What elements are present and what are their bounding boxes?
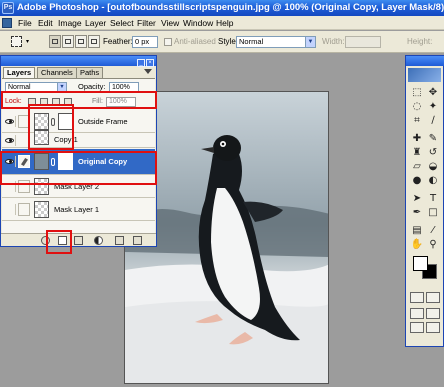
standard-mode-icon[interactable]	[410, 292, 424, 303]
healing-brush-tool-icon[interactable]: ✚	[410, 132, 424, 145]
trash-icon[interactable]	[133, 236, 142, 245]
path-selection-tool-icon[interactable]: ➤	[410, 192, 424, 205]
tab-layers[interactable]: Layers	[3, 67, 36, 78]
dodge-tool-icon[interactable]: ◐	[426, 174, 440, 187]
feather-input[interactable]: 0 px	[132, 36, 158, 48]
menu-image[interactable]: Image	[58, 16, 82, 30]
style-select[interactable]: Normal ▼	[236, 36, 316, 48]
width-label: Width:	[322, 37, 345, 46]
move-tool-icon[interactable]: ✥	[426, 86, 440, 99]
blend-mode-value: Normal	[8, 84, 31, 91]
layer-row-mask-layer-1[interactable]: Mask Layer 1	[2, 199, 155, 221]
layer-thumbnail	[34, 201, 49, 218]
quick-mask-mode-icon[interactable]	[426, 292, 440, 303]
layer-link-cell[interactable]	[18, 203, 30, 216]
notes-tool-icon[interactable]: ▤	[410, 224, 424, 237]
anti-aliased-label: Anti-aliased	[174, 37, 216, 46]
layer-name: Mask Layer 1	[54, 205, 100, 214]
screen-mode-full-menu-icon[interactable]	[426, 308, 440, 319]
foreground-color-swatch[interactable]	[413, 256, 428, 271]
style-label: Style:	[218, 37, 239, 46]
menu-window[interactable]: Window	[183, 16, 213, 30]
clone-stamp-tool-icon[interactable]: ♜	[410, 146, 424, 159]
slice-tool-icon[interactable]: ∕	[426, 114, 440, 127]
eyedropper-tool-icon[interactable]: ⁄	[426, 224, 440, 237]
screen-mode-standard-icon[interactable]	[410, 308, 424, 319]
palette-footer	[1, 233, 156, 246]
screen-mode-full-icon[interactable]	[410, 322, 424, 333]
paint-bucket-tool-icon[interactable]: ◒	[426, 160, 440, 173]
layer-name: Outside Frame	[78, 117, 128, 126]
marquee-tool-icon[interactable]: ⬚	[410, 86, 424, 99]
tools-palette: ⬚ ✥ ◌ ✦ ⌗ ∕ ✚ ✎ ♜ ↺ ▱ ◒ ● ◐ ➤ T ✒ □ ▤ ⁄ …	[405, 55, 444, 347]
style-select-value: Normal	[239, 37, 264, 46]
chevron-down-icon: ▼	[305, 37, 315, 47]
layer-row-outside-frame[interactable]: Outside Frame	[2, 111, 155, 133]
history-brush-tool-icon[interactable]: ↺	[426, 146, 440, 159]
menu-file[interactable]: File	[18, 16, 32, 30]
jump-to-imageready-icon[interactable]	[426, 322, 440, 333]
new-group-icon[interactable]	[74, 236, 83, 245]
tab-channels[interactable]: Channels	[37, 67, 77, 78]
new-selection-button[interactable]	[49, 35, 61, 48]
menu-view[interactable]: View	[161, 16, 179, 30]
preset-dropdown-arrow-icon[interactable]: ▾	[26, 31, 29, 53]
visibility-eye-icon[interactable]	[4, 116, 16, 127]
visibility-eye-icon[interactable]	[4, 135, 16, 146]
highlight-box-add-mask-button	[46, 230, 72, 254]
shape-tool-icon[interactable]: □	[426, 206, 440, 219]
rectangular-marquee-preset-icon[interactable]	[11, 36, 22, 47]
lasso-tool-icon[interactable]: ◌	[410, 100, 424, 113]
type-tool-icon[interactable]: T	[426, 192, 440, 205]
brush-tool-icon[interactable]: ✎	[426, 132, 440, 145]
subtract-from-selection-button[interactable]	[75, 35, 87, 48]
pen-tool-icon[interactable]: ✒	[410, 206, 424, 219]
new-layer-icon[interactable]	[115, 236, 124, 245]
visibility-eye-hidden-icon[interactable]	[4, 204, 16, 215]
app-menu-icon[interactable]	[2, 18, 12, 28]
tab-paths[interactable]: Paths	[76, 67, 104, 78]
menu-select[interactable]: Select	[110, 16, 134, 30]
blur-tool-icon[interactable]: ●	[410, 174, 424, 187]
toolbox-title-bar[interactable]	[406, 56, 444, 66]
options-bar: ▾ Feather: 0 px Anti-aliased Style: Norm…	[0, 31, 444, 53]
photoshop-logo-icon: Ps	[2, 2, 14, 14]
palette-menu-icon[interactable]	[144, 69, 152, 74]
adjustment-layer-icon[interactable]	[94, 236, 103, 245]
palette-title-bar[interactable]: _ ×	[1, 56, 156, 67]
zoom-tool-icon[interactable]: ⚲	[426, 238, 440, 251]
menu-bar: File Edit Image Layer Select Filter View…	[0, 16, 444, 30]
highlight-box-mask-thumbnail	[28, 104, 74, 150]
height-label: Height:	[407, 37, 433, 46]
highlight-box-lock-row	[1, 91, 157, 109]
close-icon[interactable]: ×	[146, 59, 154, 67]
anti-aliased-checkbox[interactable]	[164, 38, 172, 46]
title-bar: Ps Adobe Photoshop - [outofboundsstillsc…	[0, 0, 444, 16]
menu-layer[interactable]: Layer	[85, 16, 106, 30]
hand-tool-icon[interactable]: ✋	[410, 238, 424, 251]
window-title: Adobe Photoshop - [outofboundsstillscrip…	[17, 2, 444, 13]
menu-help[interactable]: Help	[216, 16, 233, 30]
menu-filter[interactable]: Filter	[137, 16, 156, 30]
highlight-box-selected-layer	[0, 151, 157, 185]
eraser-tool-icon[interactable]: ▱	[410, 160, 424, 173]
add-to-selection-button[interactable]	[62, 35, 74, 48]
magic-wand-tool-icon[interactable]: ✦	[426, 100, 440, 113]
width-input[interactable]	[345, 36, 381, 48]
intersect-selection-button[interactable]	[88, 35, 100, 48]
feather-label: Feather:	[103, 37, 133, 46]
minimize-icon[interactable]: _	[137, 59, 145, 67]
menu-edit[interactable]: Edit	[38, 16, 53, 30]
photoshop-feather-logo	[408, 68, 441, 82]
layer-row-copy-1[interactable]: Copy 1	[2, 130, 155, 148]
crop-tool-icon[interactable]: ⌗	[410, 114, 424, 127]
